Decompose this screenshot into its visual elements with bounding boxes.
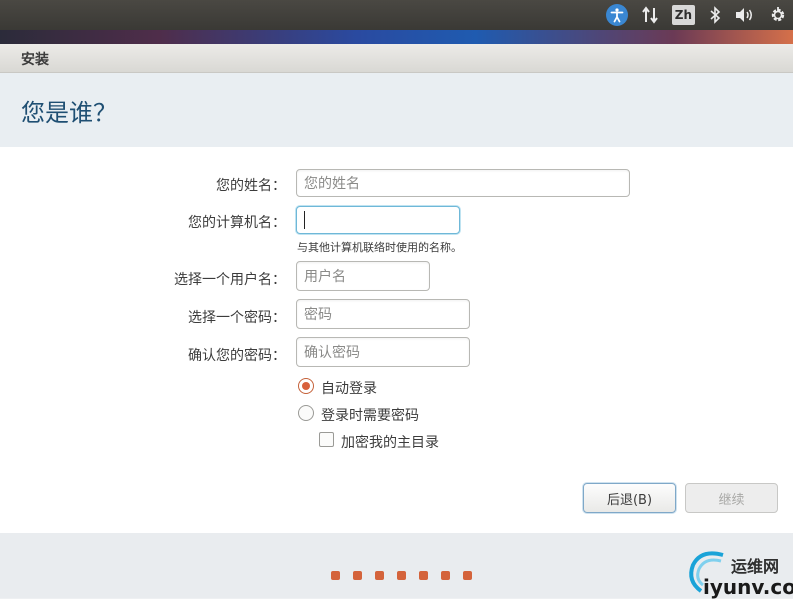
username-field[interactable]: 用户名 (296, 261, 430, 291)
progress-dot (419, 571, 428, 580)
auto-login-label[interactable]: 自动登录 (321, 378, 377, 398)
auto-login-radio[interactable] (298, 378, 314, 394)
user-setup-form: 您的姓名： 您的姓名 您的计算机名： 与其他计算机联络时使用的名称。 选择一个用… (0, 147, 793, 533)
indicator-area: Zh (605, 0, 787, 30)
keyboard-layout-label: Zh (671, 5, 695, 25)
progress-dot (331, 571, 340, 580)
name-label: 您的姓名： (216, 178, 286, 194)
confirm-password-field[interactable]: 确认密码 (296, 337, 470, 367)
password-label: 选择一个密码： (188, 310, 286, 326)
username-label: 选择一个用户名： (174, 272, 286, 288)
volume-icon[interactable] (735, 4, 755, 26)
continue-button[interactable]: 继续 (685, 483, 778, 513)
progress-dot (463, 571, 472, 580)
bluetooth-rune (710, 6, 721, 24)
bluetooth-icon[interactable] (709, 4, 721, 26)
page-title: 您是谁？ (21, 99, 117, 127)
password-placeholder: 密码 (304, 307, 332, 323)
confirm-password-label: 确认您的密码： (188, 348, 286, 364)
network-arrows (641, 6, 658, 24)
window-title: 安装 (21, 52, 49, 68)
watermark-cn: 运维网 (731, 557, 780, 576)
computer-name-hint: 与其他计算机联络时使用的名称。 (297, 241, 462, 254)
top-panel: Zh (0, 0, 793, 30)
network-icon[interactable] (641, 4, 658, 26)
installer-footer: 运维网 iyunv.com (0, 533, 793, 599)
back-button[interactable]: 后退(B) (583, 483, 676, 513)
name-field[interactable]: 您的姓名 (296, 169, 630, 197)
text-cursor (304, 211, 305, 229)
keyboard-layout-indicator[interactable]: Zh (671, 4, 695, 26)
speaker-waves (736, 8, 752, 22)
confirm-password-placeholder: 确认密码 (304, 345, 360, 361)
encrypt-home-checkbox[interactable] (319, 432, 334, 447)
gear-icon[interactable] (769, 4, 787, 26)
progress-dot (441, 571, 450, 580)
progress-dots (331, 571, 472, 580)
computer-name-field[interactable] (296, 206, 460, 234)
desktop-wallpaper-strip (0, 30, 793, 44)
computer-name-label: 您的计算机名： (188, 215, 286, 231)
encrypt-home-label[interactable]: 加密我的主目录 (341, 432, 439, 452)
accessibility-figure (610, 8, 624, 23)
progress-dot (397, 571, 406, 580)
power-gear (771, 7, 785, 22)
window-titlebar[interactable]: 安装 (0, 44, 793, 73)
username-placeholder: 用户名 (304, 269, 346, 285)
progress-dot (353, 571, 362, 580)
watermark-en: iyunv.com (703, 575, 793, 599)
name-placeholder: 您的姓名 (304, 176, 360, 192)
progress-dot (375, 571, 384, 580)
password-field[interactable]: 密码 (296, 299, 470, 329)
accessibility-icon[interactable] (605, 4, 628, 26)
page-header: 您是谁？ (0, 73, 793, 147)
require-password-label[interactable]: 登录时需要密码 (321, 405, 419, 425)
watermark-logo: 运维网 iyunv.com (683, 545, 793, 599)
require-password-radio[interactable] (298, 405, 314, 421)
